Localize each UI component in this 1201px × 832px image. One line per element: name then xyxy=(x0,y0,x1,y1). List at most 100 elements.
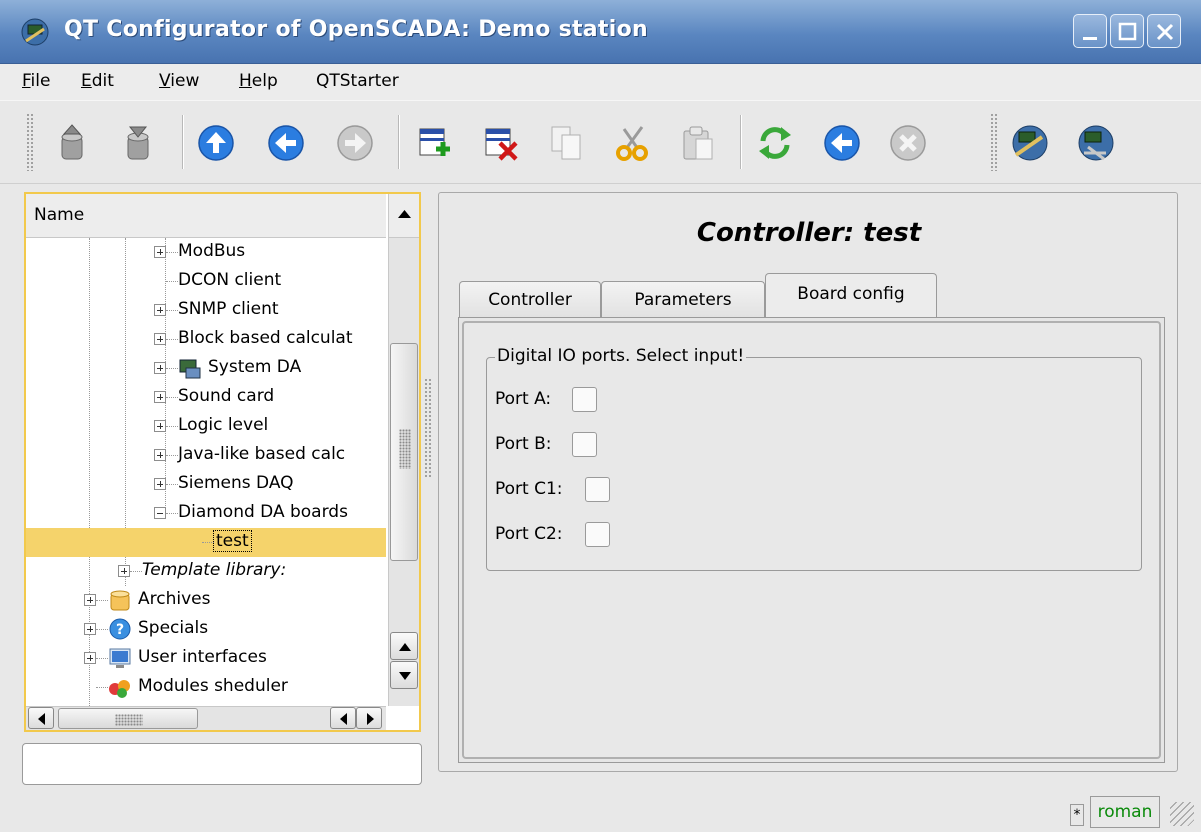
toolbar-separator xyxy=(182,115,184,169)
expand-icon[interactable] xyxy=(154,391,166,403)
scroll-right-button[interactable] xyxy=(356,707,382,729)
expand-icon[interactable] xyxy=(154,449,166,461)
port-a-checkbox[interactable] xyxy=(572,387,597,412)
tab-parameters[interactable]: Parameters xyxy=(601,281,765,317)
tree-item[interactable]: ModBus xyxy=(26,238,386,267)
tree-guide-line xyxy=(96,629,108,630)
expand-icon[interactable] xyxy=(84,594,96,606)
tree-item[interactable]: User interfaces xyxy=(26,644,386,673)
expand-icon[interactable] xyxy=(154,333,166,345)
add-item-button[interactable] xyxy=(414,123,454,163)
scroll-left-button[interactable] xyxy=(28,707,54,729)
tree-item[interactable]: Diamond DA boards xyxy=(26,499,386,528)
tab-board-config[interactable]: Board config xyxy=(765,273,937,317)
menu-file[interactable]: File xyxy=(22,71,50,91)
menu-qtstarter[interactable]: QTStarter xyxy=(316,71,399,91)
port-c2-checkbox[interactable] xyxy=(585,522,610,547)
toolbar xyxy=(0,100,1201,184)
back-circle-button[interactable] xyxy=(822,123,862,163)
minimize-button[interactable] xyxy=(1073,14,1107,48)
stop-icon xyxy=(890,125,926,161)
stop-button[interactable] xyxy=(888,123,928,163)
toolbar-grip[interactable] xyxy=(990,113,998,171)
resize-grip[interactable] xyxy=(1170,802,1194,826)
tree-item[interactable]: DCON client xyxy=(26,267,386,296)
port-c2-label: Port C2: xyxy=(495,524,563,544)
cut-button[interactable] xyxy=(612,123,652,163)
scroll-up-button[interactable] xyxy=(390,632,418,660)
refresh-button[interactable] xyxy=(755,123,795,163)
back-button[interactable] xyxy=(266,123,306,163)
scroll-left-button[interactable] xyxy=(330,707,356,729)
splitter-handle[interactable] xyxy=(424,378,432,478)
expand-icon[interactable] xyxy=(154,420,166,432)
scroll-thumb[interactable] xyxy=(58,708,198,729)
expand-icon[interactable] xyxy=(154,304,166,316)
toolbar-grip[interactable] xyxy=(26,113,34,171)
arrow-up-icon xyxy=(398,210,411,218)
paste-button[interactable] xyxy=(678,123,718,163)
menu-help-label: elp xyxy=(251,71,278,91)
horizontal-scrollbar[interactable] xyxy=(26,706,386,730)
vertical-scrollbar[interactable] xyxy=(388,238,419,706)
status-input[interactable] xyxy=(22,743,422,785)
tab-controller[interactable]: Controller xyxy=(459,281,601,317)
tree-item[interactable]: Archives xyxy=(26,586,386,615)
tree-body: ModBus DCON client SNMP client Block based … xyxy=(26,238,386,706)
tree-item[interactable]: Template library: xyxy=(26,557,386,586)
menu-edit[interactable]: Edit xyxy=(81,71,114,91)
scroll-thumb[interactable] xyxy=(390,343,418,561)
archives-icon xyxy=(108,588,132,612)
group-title: Digital IO ports. Select input! xyxy=(495,346,747,366)
db-save-button[interactable] xyxy=(118,123,158,163)
expand-icon[interactable] xyxy=(118,565,130,577)
port-b-checkbox[interactable] xyxy=(572,432,597,457)
scroll-up-button[interactable] xyxy=(388,194,419,238)
tree-item[interactable]: SNMP client xyxy=(26,296,386,325)
tree-item[interactable]: Sound card xyxy=(26,383,386,412)
forward-button[interactable] xyxy=(335,123,375,163)
db-save-icon xyxy=(127,126,149,160)
menu-file-label: ile xyxy=(30,71,51,91)
tree-column-header[interactable]: Name xyxy=(26,194,386,238)
tree-item[interactable]: Logic level xyxy=(26,412,386,441)
tree-item[interactable]: Block based calculat xyxy=(26,325,386,354)
tree-item-label: Diamond DA boards xyxy=(178,502,348,522)
user-interfaces-icon xyxy=(108,646,132,670)
station-button[interactable] xyxy=(1010,123,1050,163)
tab-label: Board config xyxy=(797,284,905,304)
port-c1-checkbox[interactable] xyxy=(585,477,610,502)
tree-item[interactable]: System DA xyxy=(26,354,386,383)
config-button[interactable] xyxy=(1076,123,1116,163)
menu-view[interactable]: View xyxy=(159,71,199,91)
collapse-icon[interactable] xyxy=(154,507,166,519)
tree-item-label: Template library: xyxy=(142,560,287,580)
expand-icon[interactable] xyxy=(154,362,166,374)
user-label[interactable]: roman xyxy=(1090,796,1160,828)
tree-guide-line xyxy=(130,571,142,572)
tree-guide-line xyxy=(166,426,178,427)
maximize-button[interactable] xyxy=(1110,14,1144,48)
scroll-down-button[interactable] xyxy=(390,661,418,689)
expand-icon[interactable] xyxy=(84,623,96,635)
navigation-tree[interactable]: Name ModBus DCON client SNMP client Block b… xyxy=(24,192,421,732)
delete-item-button[interactable] xyxy=(480,123,520,163)
tree-item[interactable]: Siemens DAQ xyxy=(26,470,386,499)
db-load-button[interactable] xyxy=(52,123,92,163)
arrow-left-icon xyxy=(340,713,347,725)
expand-icon[interactable] xyxy=(154,478,166,490)
tree-item[interactable]: Java-like based calc xyxy=(26,441,386,470)
tree-item-label: Specials xyxy=(138,618,209,638)
expand-icon[interactable] xyxy=(154,246,166,258)
tree-item[interactable]: test xyxy=(26,528,386,557)
close-button[interactable] xyxy=(1147,14,1181,48)
copy-button[interactable] xyxy=(546,123,586,163)
menu-help[interactable]: Help xyxy=(239,71,278,91)
station-icon xyxy=(1012,125,1048,161)
expand-icon[interactable] xyxy=(84,652,96,664)
tree-item[interactable]: Modules sheduler xyxy=(26,673,386,702)
tree-guide-line xyxy=(96,687,108,688)
system-da-icon xyxy=(178,356,202,380)
up-button[interactable] xyxy=(196,123,236,163)
tree-item[interactable]: ? Specials xyxy=(26,615,386,644)
